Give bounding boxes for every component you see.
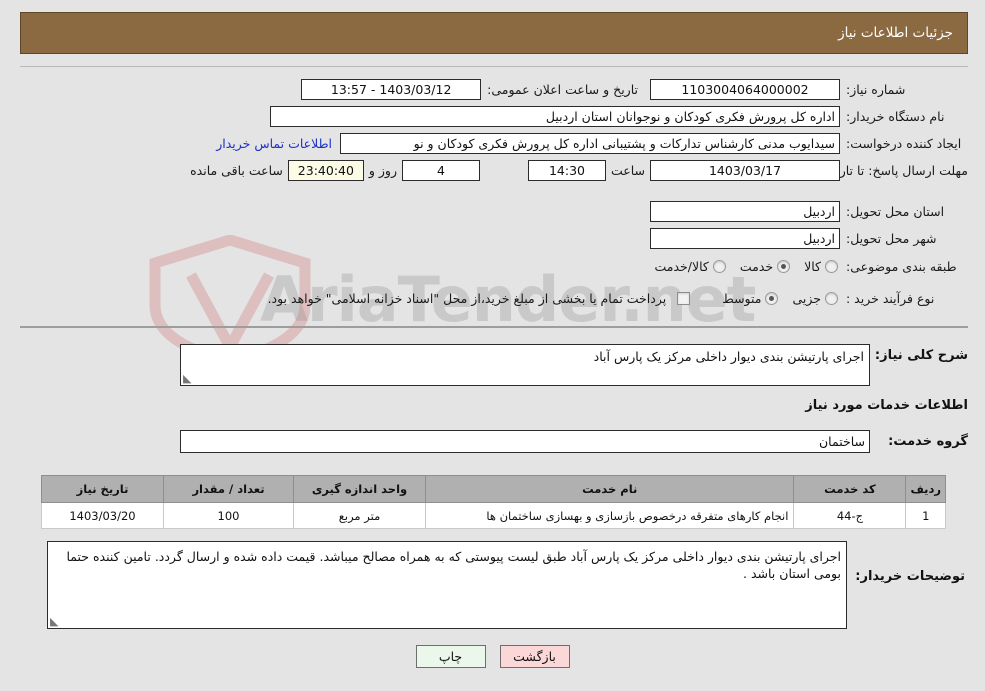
- buyer-notes-value: اجرای پارتیشن بندی دیوار داخلی مرکز یک پ…: [66, 549, 841, 581]
- field-purchase-process: نوع فرآیند خرید : جزیی متوسط پرداخت تمام…: [263, 291, 968, 306]
- deadline-time-value: 14:30: [527, 160, 606, 181]
- radio-process-1-label: متوسط: [722, 291, 762, 306]
- radio-category-2[interactable]: [712, 260, 726, 273]
- page-header-bar: جزئیات اطلاعات نیاز: [20, 12, 968, 54]
- hour-label: ساعت: [610, 163, 645, 178]
- footer-actions: بازگشت چاپ: [0, 645, 985, 668]
- category-radio-group[interactable]: کالا خدمت کالا/خدمت: [640, 259, 838, 274]
- radio-category-1-label: خدمت: [739, 259, 774, 274]
- general-desc-value: اجرای پارتیشن بندی دیوار داخلی مرکز یک پ…: [593, 349, 864, 364]
- field-city: شهر محل تحویل: اردبیل: [650, 228, 968, 249]
- field-buyer-org: نام دستگاه خریدار: اداره کل پرورش فکری ک…: [270, 106, 968, 127]
- field-general-description: شرح کلی نیاز: اجرای پارتیشن بندی دیوار د…: [180, 344, 968, 386]
- service-group-label: گروه خدمت:: [888, 434, 968, 449]
- th-unit: واحد اندازه گیری: [293, 475, 426, 503]
- cell-date: 1403/03/20: [41, 502, 164, 529]
- services-table: ردیف کد خدمت نام خدمت واحد اندازه گیری ت…: [41, 475, 946, 529]
- cell-qty: 100: [163, 502, 294, 529]
- back-button[interactable]: بازگشت: [499, 645, 570, 668]
- buyer-notes-textarea[interactable]: اجرای پارتیشن بندی دیوار داخلی مرکز یک پ…: [47, 541, 847, 629]
- th-name: نام خدمت: [424, 475, 795, 503]
- countdown-label: ساعت باقی مانده: [190, 163, 283, 178]
- print-button[interactable]: چاپ: [415, 645, 486, 668]
- deadline-date-value: 1403/03/17: [650, 160, 840, 181]
- services-table-wrap: ردیف کد خدمت نام خدمت واحد اندازه گیری ت…: [41, 475, 946, 529]
- days-label: روز و: [368, 163, 397, 178]
- treasury-checkbox-label: پرداخت تمام یا بخشی از مبلغ خرید،از محل …: [267, 291, 667, 306]
- field-buyer-notes: توضیحات خریدار: اجرای پارتیشن بندی دیوار…: [17, 541, 965, 629]
- radio-category-2-label: کالا/خدمت: [654, 259, 709, 274]
- general-desc-textarea[interactable]: اجرای پارتیشن بندی دیوار داخلی مرکز یک پ…: [180, 344, 870, 386]
- field-requester: ایجاد کننده درخواست: سیدایوب مدنی کارشنا…: [216, 133, 968, 154]
- category-label: طبقه بندی موضوعی:: [846, 259, 957, 274]
- city-label: شهر محل تحویل:: [846, 231, 937, 246]
- announce-value: 1403/03/12 - 13:57: [301, 79, 482, 100]
- page-title: جزئیات اطلاعات نیاز: [838, 25, 953, 41]
- radio-process-0-label: جزیی: [792, 291, 821, 306]
- field-announce-datetime: تاریخ و ساعت اعلان عمومی: 1403/03/12 - 1…: [301, 79, 638, 100]
- cell-unit: متر مربع: [293, 502, 426, 529]
- th-qty: تعداد / مقدار: [163, 475, 294, 503]
- field-province: استان محل تحویل: اردبیل: [650, 201, 968, 222]
- field-need-number: شماره نیاز: 1103004064000002: [650, 79, 968, 100]
- page-root: AriaTender.net جزئیات اطلاعات نیاز شماره…: [0, 0, 985, 691]
- buyer-org-value: اداره کل پرورش فکری کودکان و نوجوانان اس…: [270, 106, 840, 127]
- table-row: 1 ج-44 انجام کارهای متفرقه درخصوص بازساز…: [41, 502, 946, 529]
- th-date: تاریخ نیاز: [41, 475, 164, 503]
- radio-process-1[interactable]: [765, 292, 779, 305]
- field-deadline: مهلت ارسال پاسخ: تا تاریخ: 1403/03/17 سا…: [185, 160, 968, 181]
- cell-name: انجام کارهای متفرقه درخصوص بازسازی و بهس…: [424, 502, 795, 529]
- radio-category-0[interactable]: [825, 260, 838, 273]
- radio-category-0-label: کالا: [804, 259, 821, 274]
- need-summary-panel: شماره نیاز: 1103004064000002 تاریخ و ساع…: [20, 66, 968, 328]
- process-label: نوع فرآیند خرید :: [846, 291, 935, 306]
- table-header-row: ردیف کد خدمت نام خدمت واحد اندازه گیری ت…: [41, 475, 946, 503]
- province-label: استان محل تحویل:: [846, 204, 945, 219]
- days-remaining-value: 4: [401, 160, 480, 181]
- buyer-notes-label: توضیحات خریدار:: [855, 569, 965, 584]
- resize-grip-icon[interactable]: ◢: [183, 372, 194, 385]
- cell-code: ج-44: [793, 502, 907, 529]
- buyer-org-label: نام دستگاه خریدار:: [846, 109, 945, 124]
- field-category: طبقه بندی موضوعی: کالا خدمت کالا/خدمت: [640, 259, 968, 274]
- deadline-label: مهلت ارسال پاسخ: تا تاریخ:: [823, 163, 968, 178]
- cell-row: 1: [905, 502, 946, 529]
- radio-process-0[interactable]: [825, 292, 838, 305]
- buyer-contact-link[interactable]: اطلاعات تماس خریدار: [216, 136, 332, 151]
- need-number-label: شماره نیاز:: [846, 82, 906, 97]
- need-number-value: 1103004064000002: [650, 79, 840, 100]
- general-desc-label: شرح کلی نیاز:: [874, 348, 968, 363]
- field-service-group: گروه خدمت: ساختمان: [180, 430, 968, 453]
- countdown-value: 23:40:40: [287, 160, 364, 181]
- requester-value: سیدایوب مدنی کارشناس تدارکات و پشتیبانی …: [340, 133, 840, 154]
- radio-category-1[interactable]: [777, 260, 791, 273]
- service-group-value: ساختمان: [180, 430, 870, 453]
- requester-label: ایجاد کننده درخواست:: [846, 136, 962, 151]
- th-row: ردیف: [905, 475, 946, 503]
- city-value: اردبیل: [650, 228, 840, 249]
- treasury-checkbox[interactable]: [677, 292, 691, 305]
- resize-grip-icon-notes[interactable]: ◢: [50, 615, 61, 628]
- services-info-title: اطلاعات خدمات مورد نیاز: [805, 398, 968, 413]
- announce-label: تاریخ و ساعت اعلان عمومی:: [487, 82, 638, 97]
- province-value: اردبیل: [650, 201, 840, 222]
- th-code: کد خدمت: [793, 475, 907, 503]
- process-radio-group[interactable]: جزیی متوسط: [708, 291, 838, 306]
